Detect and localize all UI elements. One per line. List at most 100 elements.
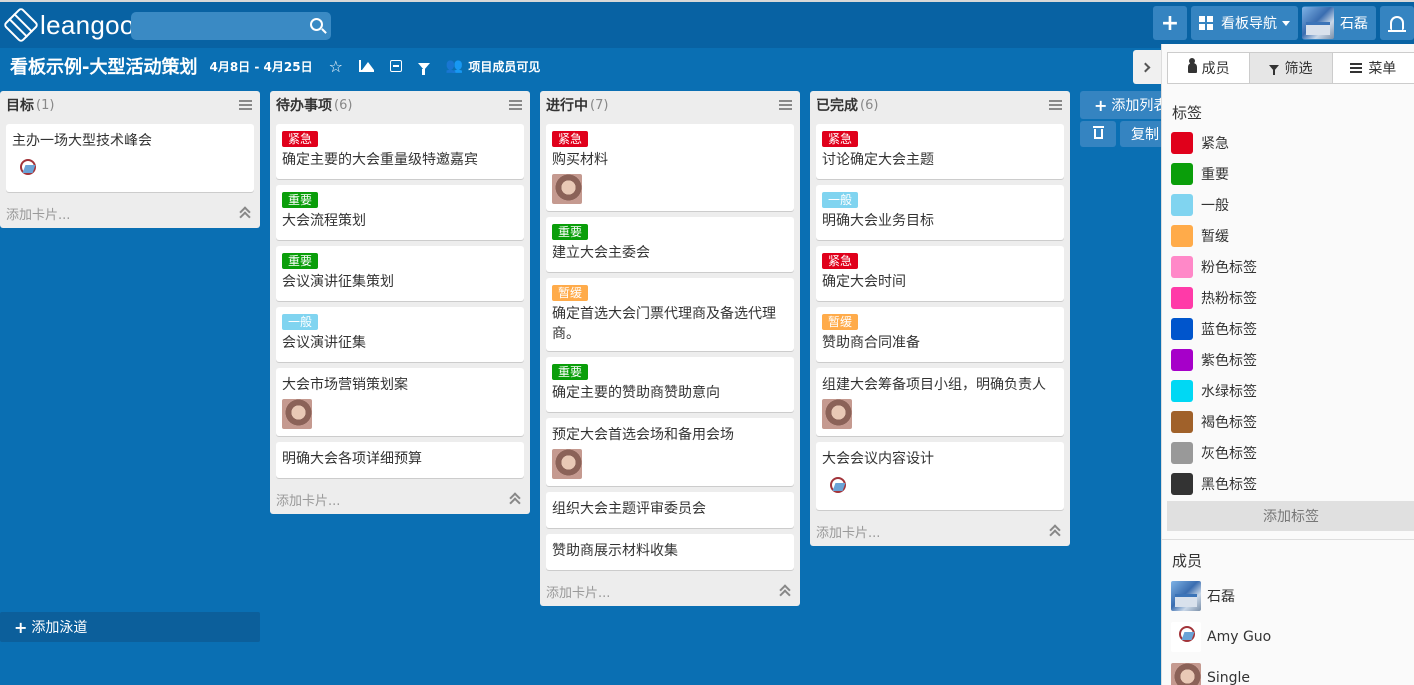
plus-icon: + [1094,95,1108,115]
add-lane-button[interactable]: + 添加泳道 [0,612,260,642]
filter-button[interactable] [417,62,430,75]
card[interactable]: 重要 建立大会主委会 [546,217,794,272]
card[interactable]: 紧急 购买材料 [546,124,794,211]
list-header[interactable]: 目标 (1) [0,91,260,119]
collapse-button[interactable] [389,60,402,72]
tag-item[interactable]: 褐色标签 [1162,406,1414,437]
add-card-button[interactable]: 添加卡片... [810,516,1070,546]
list-header[interactable]: 待办事项 (6) [270,91,530,119]
list-menu-icon[interactable] [779,100,792,110]
filter-panel: 成员 筛选 菜单 标签 紧急 重要 一般 暂缓 粉色标签 热粉标签 蓝色标签 紫… [1161,44,1414,685]
card[interactable]: 赞助商展示材料收集 [546,534,794,570]
collapse-up-icon[interactable] [510,493,520,503]
board-dates[interactable]: 4月8日 - 4月25日 [209,58,312,75]
tag-swatch [1171,193,1193,216]
card-label: 暂缓 [822,314,859,330]
card[interactable]: 预定大会首选会场和备用会场 [546,418,794,486]
panel-collapse-button[interactable] [1133,50,1161,84]
user-menu-button[interactable]: 石磊 [1302,6,1376,40]
collapse-up-icon[interactable] [780,585,790,595]
notifications-button[interactable] [1380,6,1414,40]
logo-text: leangoo [40,9,135,40]
list-header[interactable]: 进行中 (7) [540,91,800,119]
list-menu-icon[interactable] [239,100,252,110]
tag-item[interactable]: 一般 [1162,189,1414,220]
tab-menu[interactable]: 菜单 [1332,52,1414,84]
tab-label: 筛选 [1284,61,1313,77]
tab-filter[interactable]: 筛选 [1250,52,1333,84]
collapse-up-icon[interactable] [240,207,250,217]
card-title: 会议演讲征集策划 [282,274,394,290]
tag-item[interactable]: 粉色标签 [1162,251,1414,282]
card[interactable]: 紧急 确定大会时间 [816,246,1064,301]
card[interactable]: 一般 会议演讲征集 [276,307,524,362]
tag-item[interactable]: 水绿标签 [1162,375,1414,406]
tag-item[interactable]: 黑色标签 [1162,468,1414,499]
divider [1162,539,1414,540]
card[interactable]: 重要 会议演讲征集策划 [276,246,524,301]
tag-item[interactable]: 热粉标签 [1162,282,1414,313]
member-item[interactable]: 石磊 [1162,575,1414,616]
member-list: 石磊 Amy Guo Single [1162,575,1414,685]
add-card-button[interactable]: 添加卡片... [540,576,800,606]
trash-icon [1092,126,1104,139]
list-menu-icon[interactable] [509,100,522,110]
board-title[interactable]: 看板示例-大型活动策划 [10,53,197,79]
card[interactable]: 主办一场大型技术峰会 [6,124,254,192]
tag-name: 重要 [1201,166,1229,183]
tag-item[interactable]: 重要 [1162,158,1414,189]
star-icon[interactable]: ☆ [329,57,343,76]
tag-name: 紫色标签 [1201,352,1257,369]
list-menu-icon[interactable] [1049,100,1062,110]
chart-button[interactable] [358,60,374,72]
add-card-button[interactable]: 添加卡片... [270,484,530,514]
card[interactable]: 明确大会各项详细预算 [276,442,524,478]
list-count: (7) [590,97,609,113]
card[interactable]: 组织大会主题评审委员会 [546,492,794,528]
add-list-button[interactable]: + 添加列表 [1080,91,1162,119]
member-avatar [552,449,582,479]
tag-item[interactable]: 蓝色标签 [1162,313,1414,344]
member-avatar [1171,662,1201,685]
card[interactable]: 暂缓 确定首选大会门票代理商及备选代理商。 [546,278,794,351]
search-input[interactable] [131,12,331,40]
member-item[interactable]: Amy Guo [1162,616,1414,657]
search-icon[interactable] [310,18,323,31]
card-title: 明确大会各项详细预算 [282,451,422,467]
collapse-up-icon[interactable] [1050,525,1060,535]
tag-item[interactable]: 紫色标签 [1162,344,1414,375]
card[interactable]: 大会会议内容设计 [816,442,1064,510]
tag-item[interactable]: 灰色标签 [1162,437,1414,468]
card-title: 购买材料 [552,152,608,168]
card-title: 确定首选大会门票代理商及备选代理商。 [552,306,776,342]
add-card-label: 添加卡片... [816,525,881,541]
list-header[interactable]: 已完成 (6) [810,91,1070,119]
leangoo-logo[interactable]: leangoo [2,6,135,44]
delete-lane-button[interactable] [1080,121,1116,147]
create-button[interactable]: + [1153,6,1187,40]
card-title: 组织大会主题评审委员会 [552,501,706,517]
card[interactable]: 紧急 确定主要的大会重量级特邀嘉宾 [276,124,524,179]
add-card-label: 添加卡片... [276,493,341,509]
tag-item[interactable]: 暂缓 [1162,220,1414,251]
tag-swatch [1171,131,1193,154]
add-tag-button[interactable]: 添加标签 [1167,501,1414,531]
team-icon: 👥 [445,58,464,74]
visibility-button[interactable]: 👥 项目成员可见 [446,58,540,75]
member-item[interactable]: Single [1162,657,1414,685]
card-title: 确定主要的赞助商赞助意向 [552,385,720,401]
card[interactable]: 重要 大会流程策划 [276,185,524,240]
card[interactable]: 重要 确定主要的赞助商赞助意向 [546,357,794,412]
card[interactable]: 一般 明确大会业务目标 [816,185,1064,240]
tab-members[interactable]: 成员 [1167,52,1251,84]
card[interactable]: 紧急 讨论确定大会主题 [816,124,1064,179]
tag-item[interactable]: 紧急 [1162,127,1414,158]
copy-lane-button[interactable]: 复制 [1120,121,1162,147]
member-avatar [1171,621,1201,652]
card[interactable]: 大会市场营销策划案 [276,368,524,436]
card[interactable]: 组建大会筹备项目小组，明确负责人 [816,368,1064,436]
card[interactable]: 暂缓 赞助商合同准备 [816,307,1064,362]
card-title: 预定大会首选会场和备用会场 [552,427,734,443]
board-nav-button[interactable]: 看板导航 [1191,6,1298,40]
add-card-button[interactable]: 添加卡片... [0,198,260,228]
